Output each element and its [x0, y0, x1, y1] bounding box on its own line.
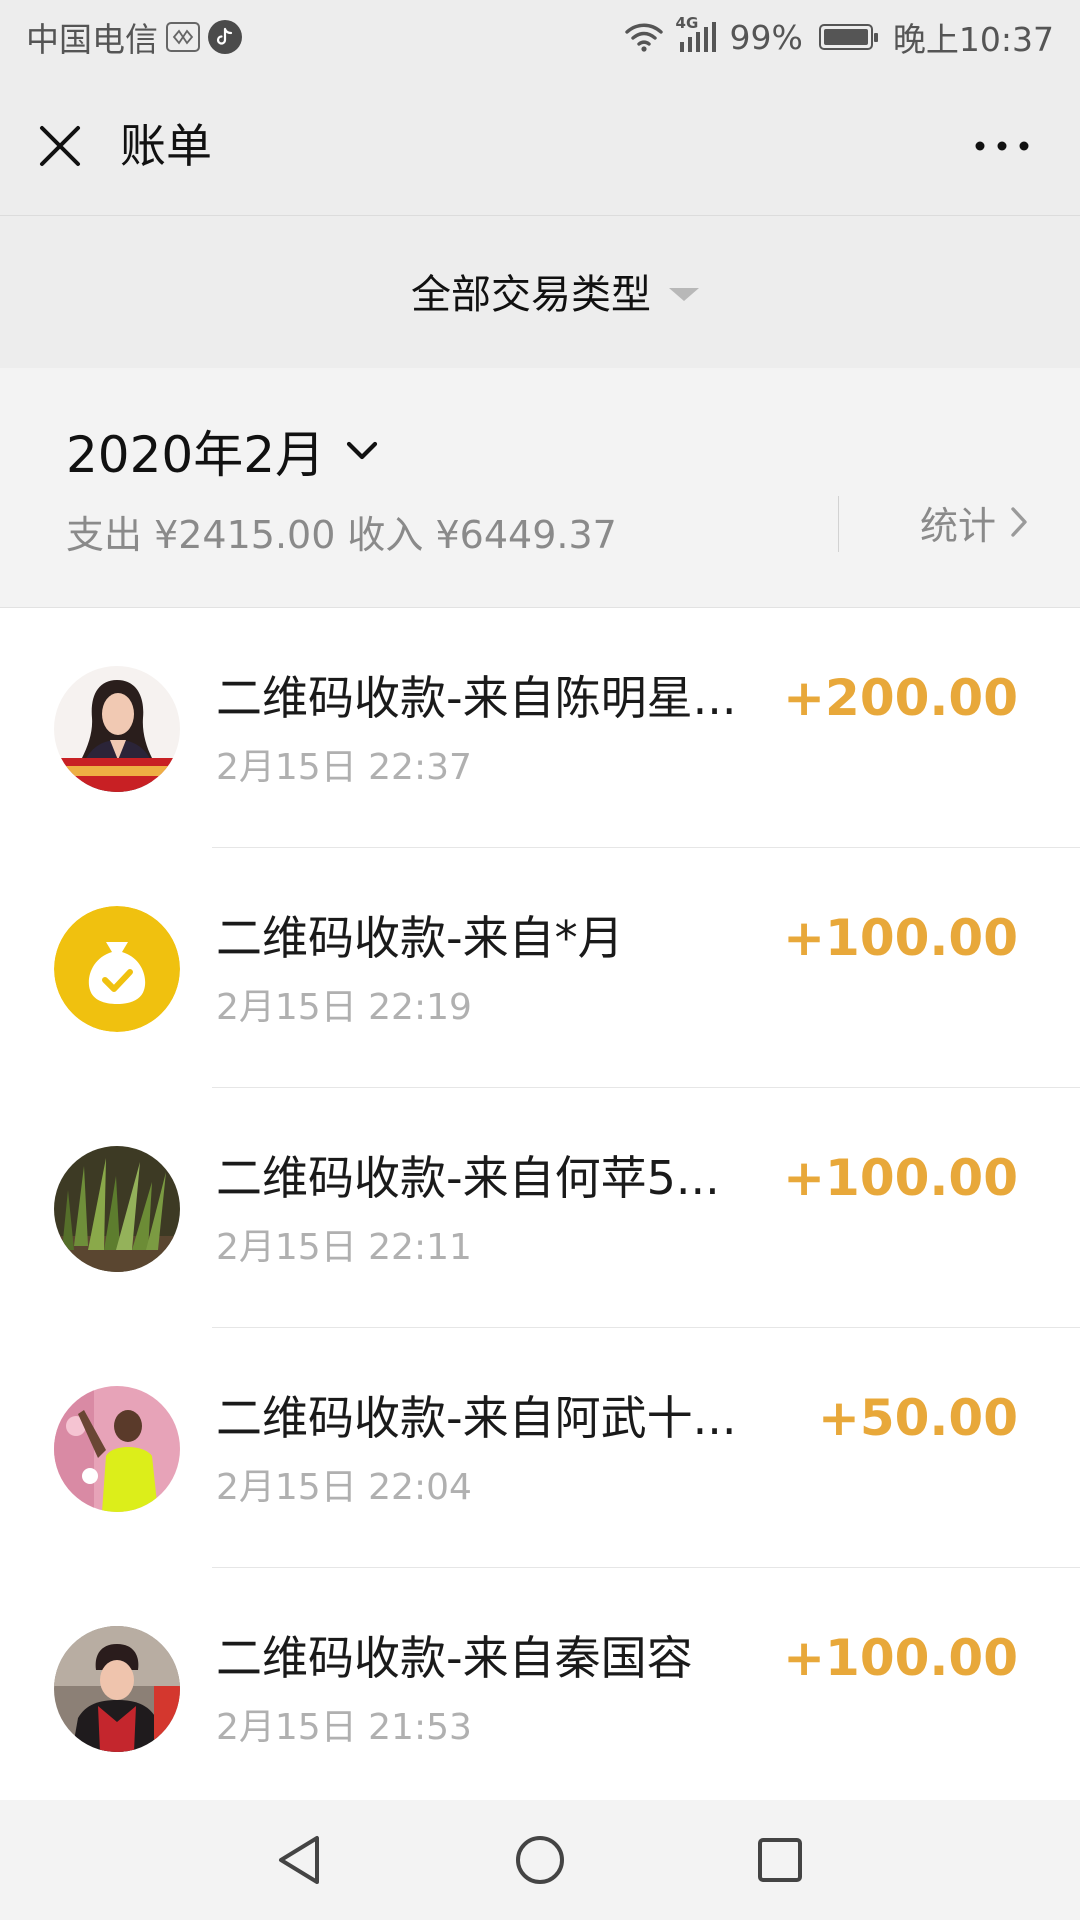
caret-down-icon: [669, 287, 699, 301]
filter-bar: 全部交易类型: [0, 216, 1080, 368]
month-picker[interactable]: 2020年2月: [66, 418, 379, 484]
chevron-right-icon: [1010, 506, 1028, 538]
transaction-time: 2月15日 22:04: [216, 1467, 472, 1508]
transaction-title: 二维码收款-来自陈明星...: [216, 671, 737, 725]
sim-card-icon: [166, 22, 200, 52]
month-totals: 支出 ¥2415.00 收入 ¥6449.37: [66, 504, 629, 559]
home-icon: [516, 1836, 564, 1884]
more-button[interactable]: [958, 110, 1046, 182]
transaction-time: 2月15日 22:19: [216, 987, 472, 1028]
battery-icon: [818, 24, 878, 50]
back-button[interactable]: [270, 1830, 330, 1890]
person-photo-avatar: [54, 1386, 180, 1512]
expense-total: 支出 ¥2415.00: [66, 513, 336, 557]
transaction-time: 2月15日 22:37: [216, 747, 472, 788]
close-icon: [40, 126, 80, 166]
page-title: 账单: [120, 119, 212, 173]
status-bar: 中国电信 4G 99% 晚上10:37: [0, 0, 1080, 74]
status-right: 4G 99% 晚上10:37: [614, 14, 1054, 60]
tiktok-icon: [208, 20, 242, 54]
transaction-amount: +100.00: [783, 1149, 1018, 1207]
carrier-label: 中国电信: [26, 20, 158, 59]
transaction-title: 二维码收款-来自阿武十...: [216, 1391, 737, 1445]
month-summary: 2020年2月 支出 ¥2415.00 收入 ¥6449.37 统计: [0, 368, 1080, 608]
home-button[interactable]: [510, 1830, 570, 1890]
bill-screen: 中国电信 4G 99% 晚上10:37 账单 全部交易类型 2020年2月 支出…: [0, 0, 1080, 1920]
transaction-row[interactable]: 二维码收款-来自何苹5... 2月15日 22:11 +100.00: [0, 1088, 1080, 1328]
transaction-time: 2月15日 21:53: [216, 1707, 472, 1748]
transaction-amount: +50.00: [817, 1389, 1018, 1447]
status-left: 中国电信: [26, 14, 242, 60]
avatar: [54, 666, 180, 792]
summary-divider: [838, 496, 839, 552]
avatar: [54, 1146, 180, 1272]
filter-label: 全部交易类型: [411, 272, 651, 318]
transaction-amount: +100.00: [783, 1629, 1018, 1687]
transaction-title: 二维码收款-来自秦国容: [216, 1631, 693, 1685]
transaction-row[interactable]: 二维码收款-来自秦国容 2月15日 21:53 +100.00: [0, 1568, 1080, 1800]
transaction-amount: +200.00: [783, 669, 1018, 727]
battery-percent: 99%: [729, 17, 803, 57]
transaction-list: 二维码收款-来自陈明星... 2月15日 22:37 +200.00 二维码收款…: [0, 608, 1080, 1800]
transaction-row[interactable]: 二维码收款-来自陈明星... 2月15日 22:37 +200.00: [0, 608, 1080, 848]
recents-icon: [758, 1838, 802, 1882]
avatar: [54, 1626, 180, 1752]
woman-portrait-avatar: [54, 666, 180, 792]
network-type-label: 4G: [675, 14, 699, 32]
clock: 晚上10:37: [892, 20, 1054, 59]
woman-red-coat-avatar: [54, 1626, 180, 1752]
transaction-amount: +100.00: [783, 909, 1018, 967]
statistics-button[interactable]: 统计: [920, 492, 1028, 552]
close-button[interactable]: [24, 110, 96, 182]
transaction-row[interactable]: 二维码收款-来自阿武十... 2月15日 22:04 +50.00: [0, 1328, 1080, 1568]
avatar: [54, 906, 180, 1032]
signal-icon: 4G: [674, 14, 720, 54]
avatar: [54, 1386, 180, 1512]
transaction-title: 二维码收款-来自*月: [216, 911, 624, 965]
top-bar: 账单: [0, 74, 1080, 216]
income-total: 收入 ¥6449.37: [347, 513, 617, 557]
month-label: 2020年2月: [66, 426, 326, 484]
money-bag-icon: [54, 906, 180, 1032]
plant-photo-avatar: [54, 1146, 180, 1272]
back-icon: [279, 1836, 319, 1884]
chevron-down-icon: [345, 440, 379, 462]
wifi-icon: [624, 21, 664, 53]
recents-button[interactable]: [750, 1830, 810, 1890]
more-dots-icon: [975, 141, 1029, 151]
transaction-title: 二维码收款-来自何苹5...: [216, 1151, 720, 1205]
transaction-time: 2月15日 22:11: [216, 1227, 472, 1268]
transaction-type-filter[interactable]: 全部交易类型: [0, 258, 1080, 324]
transaction-row[interactable]: 二维码收款-来自*月 2月15日 22:19 +100.00: [0, 848, 1080, 1088]
system-nav-bar: [0, 1800, 1080, 1920]
statistics-label: 统计: [919, 503, 996, 548]
